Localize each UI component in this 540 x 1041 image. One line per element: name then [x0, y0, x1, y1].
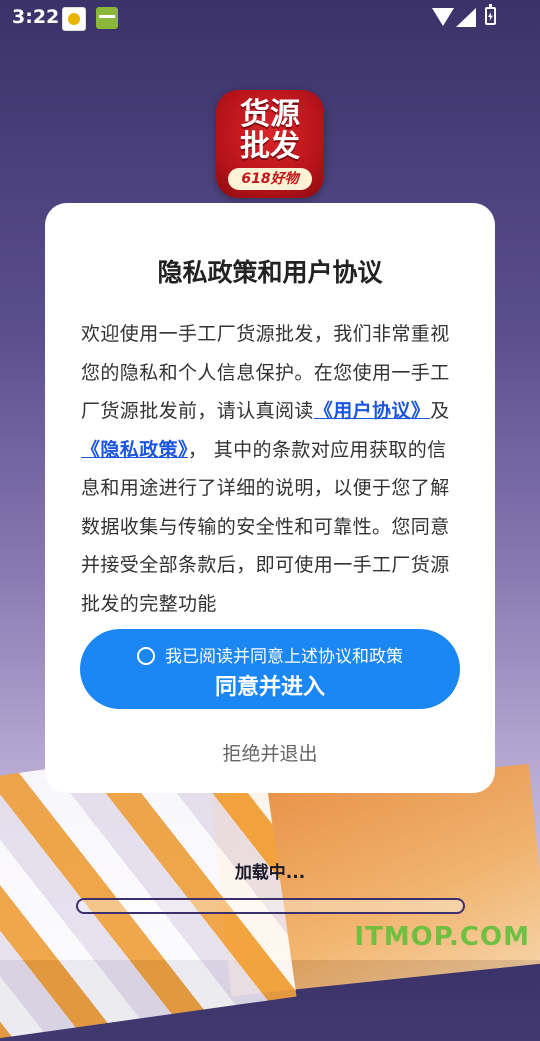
dialog-body-text: 及	[430, 400, 450, 422]
signal-icon	[456, 8, 476, 27]
loading-progress-bar	[76, 898, 465, 914]
logo-badge: 618好物	[228, 168, 312, 190]
dialog-title: 隐私政策和用户协议	[157, 258, 383, 287]
radio-unchecked-icon[interactable]	[137, 647, 155, 665]
agree-button-label: 同意并进入	[214, 675, 325, 700]
app-logo: 货源 批发 618好物	[216, 90, 324, 198]
loading-text: 加载中...	[234, 863, 306, 883]
agree-checkbox-label: 我已阅读并同意上述协议和政策	[165, 647, 403, 667]
logo-text-line2: 批发	[240, 129, 300, 164]
notification-app-icon	[96, 7, 118, 29]
privacy-policy-link[interactable]: 《隐私政策》	[81, 439, 188, 461]
watermark: ITMOP.COM	[354, 922, 530, 952]
wifi-icon	[432, 8, 454, 26]
user-agreement-link[interactable]: 《用户协议》	[314, 400, 430, 422]
privacy-dialog: 隐私政策和用户协议 欢迎使用一手工厂货源批发，我们非常重视您的隐私和个人信息保护…	[45, 203, 495, 793]
agree-button[interactable]: 我已阅读并同意上述协议和政策 同意并进入	[80, 629, 460, 709]
dialog-body: 欢迎使用一手工厂货源批发，我们非常重视您的隐私和个人信息保护。在您使用一手工厂货…	[81, 315, 461, 623]
notification-app-icon	[62, 7, 86, 31]
status-time: 3:22	[12, 6, 60, 28]
battery-charging-icon	[485, 4, 496, 25]
dialog-body-text: ， 其中的条款对应用获取的信息和用途进行了详细的说明，以便于您了解数据收集与传输…	[81, 438, 450, 615]
agree-checkbox-row[interactable]: 我已阅读并同意上述协议和政策	[80, 642, 460, 667]
reject-button[interactable]: 拒绝并退出	[45, 739, 495, 766]
status-bar: 3:22	[0, 0, 540, 36]
logo-text-line1: 货源	[240, 97, 300, 132]
